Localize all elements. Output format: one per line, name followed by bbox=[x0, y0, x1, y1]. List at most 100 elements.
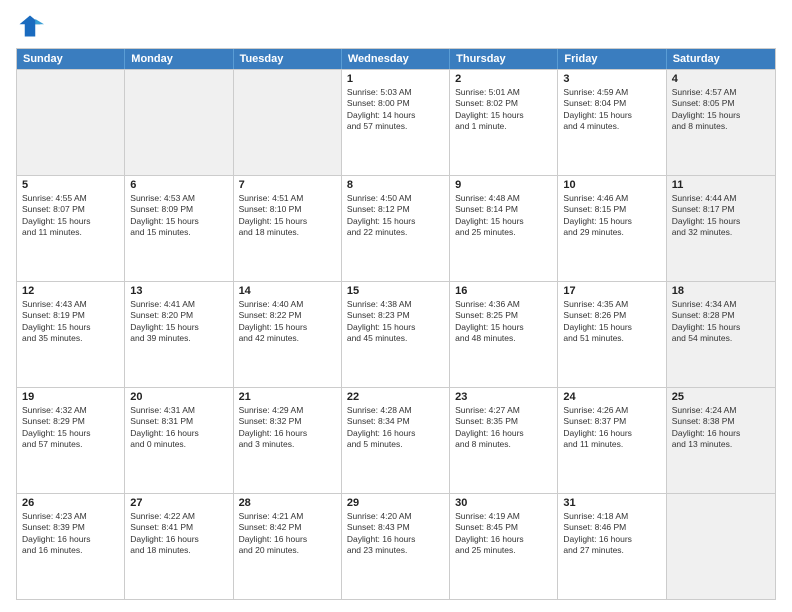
day-info: Sunrise: 4:26 AM Sunset: 8:37 PM Dayligh… bbox=[563, 405, 660, 451]
calendar-day-22: 22Sunrise: 4:28 AM Sunset: 8:34 PM Dayli… bbox=[342, 388, 450, 493]
calendar-day-17: 17Sunrise: 4:35 AM Sunset: 8:26 PM Dayli… bbox=[558, 282, 666, 387]
day-info: Sunrise: 4:24 AM Sunset: 8:38 PM Dayligh… bbox=[672, 405, 770, 451]
calendar-day-14: 14 Sunrise: 4:40 AM Sunset: 8:22 PM Dayli… bbox=[234, 282, 342, 387]
calendar-day-9: 9 Sunrise: 4:48 AM Sunset: 8:14 PM Daylig… bbox=[450, 176, 558, 281]
day-number: 27 bbox=[130, 497, 227, 509]
calendar-week-4: 19Sunrise: 4:32 AM Sunset: 8:29 PM Dayli… bbox=[17, 387, 775, 493]
day-number: 31 bbox=[563, 497, 660, 509]
day-header-wednesday: Wednesday bbox=[342, 49, 450, 69]
calendar-body: 1 Sunrise: 5:03 AM Sunset: 8:00 PM Daylig… bbox=[17, 69, 775, 599]
day-info: Sunrise: 4:18 AM Sunset: 8:46 PM Dayligh… bbox=[563, 511, 660, 557]
calendar-day-31: 31 Sunrise: 4:18 AM Sunset: 8:46 PM Dayli… bbox=[558, 494, 666, 599]
day-number: 10 bbox=[563, 179, 660, 191]
day-info: Sunrise: 4:27 AM Sunset: 8:35 PM Dayligh… bbox=[455, 405, 552, 451]
day-header-friday: Friday bbox=[558, 49, 666, 69]
calendar-day-empty bbox=[125, 70, 233, 175]
day-info: Sunrise: 4:40 AM Sunset: 8:22 PM Dayligh… bbox=[239, 299, 336, 345]
day-info: Sunrise: 4:32 AM Sunset: 8:29 PM Dayligh… bbox=[22, 405, 119, 451]
calendar-day-18: 18Sunrise: 4:34 AM Sunset: 8:28 PM Dayli… bbox=[667, 282, 775, 387]
calendar-day-6: 6Sunrise: 4:53 AM Sunset: 8:09 PM Daylig… bbox=[125, 176, 233, 281]
calendar-day-5: 5 Sunrise: 4:55 AM Sunset: 8:07 PM Daylig… bbox=[17, 176, 125, 281]
calendar: SundayMondayTuesdayWednesdayThursdayFrid… bbox=[16, 48, 776, 600]
day-number: 2 bbox=[455, 73, 552, 85]
day-info: Sunrise: 4:55 AM Sunset: 8:07 PM Dayligh… bbox=[22, 193, 119, 239]
calendar-day-8: 8 Sunrise: 4:50 AM Sunset: 8:12 PM Daylig… bbox=[342, 176, 450, 281]
calendar-header: SundayMondayTuesdayWednesdayThursdayFrid… bbox=[17, 49, 775, 69]
day-number: 9 bbox=[455, 179, 552, 191]
day-info: Sunrise: 4:21 AM Sunset: 8:42 PM Dayligh… bbox=[239, 511, 336, 557]
calendar-day-3: 3Sunrise: 4:59 AM Sunset: 8:04 PM Daylig… bbox=[558, 70, 666, 175]
day-info: Sunrise: 4:38 AM Sunset: 8:23 PM Dayligh… bbox=[347, 299, 444, 345]
calendar-day-11: 11 Sunrise: 4:44 AM Sunset: 8:17 PM Dayli… bbox=[667, 176, 775, 281]
calendar-week-2: 5 Sunrise: 4:55 AM Sunset: 8:07 PM Daylig… bbox=[17, 175, 775, 281]
day-info: Sunrise: 5:01 AM Sunset: 8:02 PM Dayligh… bbox=[455, 87, 552, 133]
day-info: Sunrise: 4:57 AM Sunset: 8:05 PM Dayligh… bbox=[672, 87, 770, 133]
day-header-saturday: Saturday bbox=[667, 49, 775, 69]
day-number: 17 bbox=[563, 285, 660, 297]
day-info: Sunrise: 5:03 AM Sunset: 8:00 PM Dayligh… bbox=[347, 87, 444, 133]
calendar-day-23: 23 Sunrise: 4:27 AM Sunset: 8:35 PM Dayli… bbox=[450, 388, 558, 493]
calendar-day-4: 4 Sunrise: 4:57 AM Sunset: 8:05 PM Daylig… bbox=[667, 70, 775, 175]
day-number: 15 bbox=[347, 285, 444, 297]
calendar-day-empty bbox=[234, 70, 342, 175]
logo-icon bbox=[16, 12, 44, 40]
calendar-day-20: 20Sunrise: 4:31 AM Sunset: 8:31 PM Dayli… bbox=[125, 388, 233, 493]
calendar-day-empty bbox=[17, 70, 125, 175]
day-info: Sunrise: 4:59 AM Sunset: 8:04 PM Dayligh… bbox=[563, 87, 660, 133]
day-info: Sunrise: 4:20 AM Sunset: 8:43 PM Dayligh… bbox=[347, 511, 444, 557]
day-info: Sunrise: 4:43 AM Sunset: 8:19 PM Dayligh… bbox=[22, 299, 119, 345]
day-number: 21 bbox=[239, 391, 336, 403]
page: SundayMondayTuesdayWednesdayThursdayFrid… bbox=[0, 0, 792, 612]
day-number: 4 bbox=[672, 73, 770, 85]
calendar-day-2: 2 Sunrise: 5:01 AM Sunset: 8:02 PM Daylig… bbox=[450, 70, 558, 175]
day-number: 8 bbox=[347, 179, 444, 191]
day-info: Sunrise: 4:48 AM Sunset: 8:14 PM Dayligh… bbox=[455, 193, 552, 239]
day-info: Sunrise: 4:22 AM Sunset: 8:41 PM Dayligh… bbox=[130, 511, 227, 557]
calendar-day-25: 25 Sunrise: 4:24 AM Sunset: 8:38 PM Dayli… bbox=[667, 388, 775, 493]
header bbox=[16, 12, 776, 40]
day-info: Sunrise: 4:41 AM Sunset: 8:20 PM Dayligh… bbox=[130, 299, 227, 345]
day-number: 26 bbox=[22, 497, 119, 509]
calendar-week-3: 12 Sunrise: 4:43 AM Sunset: 8:19 PM Dayli… bbox=[17, 281, 775, 387]
day-header-thursday: Thursday bbox=[450, 49, 558, 69]
day-info: Sunrise: 4:50 AM Sunset: 8:12 PM Dayligh… bbox=[347, 193, 444, 239]
calendar-day-15: 15 Sunrise: 4:38 AM Sunset: 8:23 PM Dayli… bbox=[342, 282, 450, 387]
calendar-day-7: 7 Sunrise: 4:51 AM Sunset: 8:10 PM Daylig… bbox=[234, 176, 342, 281]
day-number: 23 bbox=[455, 391, 552, 403]
day-number: 29 bbox=[347, 497, 444, 509]
day-info: Sunrise: 4:51 AM Sunset: 8:10 PM Dayligh… bbox=[239, 193, 336, 239]
calendar-day-28: 28 Sunrise: 4:21 AM Sunset: 8:42 PM Dayli… bbox=[234, 494, 342, 599]
day-number: 7 bbox=[239, 179, 336, 191]
calendar-day-13: 13 Sunrise: 4:41 AM Sunset: 8:20 PM Dayli… bbox=[125, 282, 233, 387]
day-number: 12 bbox=[22, 285, 119, 297]
day-number: 25 bbox=[672, 391, 770, 403]
day-number: 11 bbox=[672, 179, 770, 191]
day-number: 16 bbox=[455, 285, 552, 297]
day-header-tuesday: Tuesday bbox=[234, 49, 342, 69]
day-info: Sunrise: 4:36 AM Sunset: 8:25 PM Dayligh… bbox=[455, 299, 552, 345]
day-info: Sunrise: 4:31 AM Sunset: 8:31 PM Dayligh… bbox=[130, 405, 227, 451]
day-info: Sunrise: 4:28 AM Sunset: 8:34 PM Dayligh… bbox=[347, 405, 444, 451]
day-number: 13 bbox=[130, 285, 227, 297]
day-number: 5 bbox=[22, 179, 119, 191]
calendar-day-10: 10Sunrise: 4:46 AM Sunset: 8:15 PM Dayli… bbox=[558, 176, 666, 281]
calendar-day-16: 16 Sunrise: 4:36 AM Sunset: 8:25 PM Dayli… bbox=[450, 282, 558, 387]
calendar-day-12: 12 Sunrise: 4:43 AM Sunset: 8:19 PM Dayli… bbox=[17, 282, 125, 387]
calendar-day-30: 30Sunrise: 4:19 AM Sunset: 8:45 PM Dayli… bbox=[450, 494, 558, 599]
day-info: Sunrise: 4:19 AM Sunset: 8:45 PM Dayligh… bbox=[455, 511, 552, 557]
calendar-day-26: 26 Sunrise: 4:23 AM Sunset: 8:39 PM Dayli… bbox=[17, 494, 125, 599]
day-number: 18 bbox=[672, 285, 770, 297]
day-info: Sunrise: 4:23 AM Sunset: 8:39 PM Dayligh… bbox=[22, 511, 119, 557]
calendar-day-empty bbox=[667, 494, 775, 599]
day-number: 1 bbox=[347, 73, 444, 85]
day-number: 14 bbox=[239, 285, 336, 297]
calendar-day-24: 24 Sunrise: 4:26 AM Sunset: 8:37 PM Dayli… bbox=[558, 388, 666, 493]
day-info: Sunrise: 4:44 AM Sunset: 8:17 PM Dayligh… bbox=[672, 193, 770, 239]
calendar-day-19: 19Sunrise: 4:32 AM Sunset: 8:29 PM Dayli… bbox=[17, 388, 125, 493]
day-header-sunday: Sunday bbox=[17, 49, 125, 69]
day-header-monday: Monday bbox=[125, 49, 233, 69]
day-number: 28 bbox=[239, 497, 336, 509]
calendar-day-29: 29 Sunrise: 4:20 AM Sunset: 8:43 PM Dayli… bbox=[342, 494, 450, 599]
calendar-week-1: 1 Sunrise: 5:03 AM Sunset: 8:00 PM Daylig… bbox=[17, 69, 775, 175]
day-number: 24 bbox=[563, 391, 660, 403]
